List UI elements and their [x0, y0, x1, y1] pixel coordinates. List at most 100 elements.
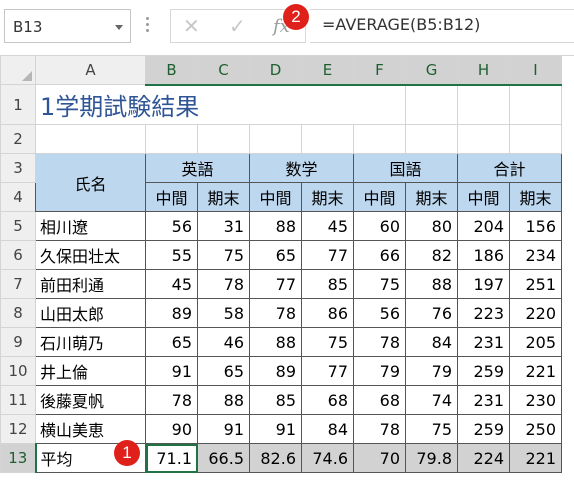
average-cell[interactable]: 74.6 [301, 443, 354, 473]
formula-input[interactable]: =AVERAGE(B5:B12) [310, 9, 574, 43]
subject-header[interactable]: 英語 [145, 153, 250, 183]
score-cell[interactable]: 75 [197, 240, 250, 270]
score-cell[interactable]: 230 [509, 385, 562, 415]
score-cell[interactable]: 56 [353, 298, 406, 328]
score-cell[interactable]: 156 [509, 211, 562, 241]
score-cell[interactable]: 31 [197, 211, 250, 241]
score-cell[interactable]: 234 [509, 240, 562, 270]
score-cell[interactable]: 231 [457, 385, 510, 415]
column-header-i[interactable]: I [509, 55, 562, 86]
term-header[interactable]: 期末 [301, 182, 354, 212]
score-cell[interactable]: 89 [145, 298, 198, 328]
score-cell[interactable]: 91 [249, 414, 302, 444]
column-header-b[interactable]: B [145, 55, 198, 86]
score-cell[interactable]: 78 [197, 269, 250, 299]
score-cell[interactable]: 65 [197, 356, 250, 386]
column-header-e[interactable]: E [301, 55, 354, 86]
column-header-a[interactable]: A [35, 55, 146, 85]
score-cell[interactable]: 221 [509, 356, 562, 386]
row-header[interactable]: 2 [0, 124, 36, 154]
cell[interactable] [197, 124, 250, 154]
row-header[interactable]: 7 [0, 269, 36, 299]
score-cell[interactable]: 65 [145, 327, 198, 357]
enter-icon[interactable]: ✓ [229, 14, 246, 38]
average-cell[interactable]: 79.8 [405, 443, 458, 473]
row-header[interactable]: 12 [0, 414, 36, 444]
average-cell[interactable]: 221 [509, 443, 562, 473]
score-cell[interactable]: 88 [249, 327, 302, 357]
student-name[interactable]: 井上倫 [35, 356, 146, 386]
cell[interactable] [249, 124, 302, 154]
score-cell[interactable]: 56 [145, 211, 198, 241]
score-cell[interactable]: 91 [145, 356, 198, 386]
score-cell[interactable]: 88 [197, 385, 250, 415]
row-header[interactable]: 13 [0, 443, 37, 473]
student-name[interactable]: 相川遼 [35, 211, 146, 241]
cell[interactable] [405, 84, 458, 125]
column-header-c[interactable]: C [197, 55, 250, 86]
column-header-f[interactable]: F [353, 55, 406, 86]
score-cell[interactable]: 76 [405, 298, 458, 328]
average-cell-active[interactable]: 71.1 [145, 443, 198, 473]
cell[interactable] [301, 124, 354, 154]
score-cell[interactable]: 82 [405, 240, 458, 270]
subject-header[interactable]: 合計 [457, 153, 562, 183]
score-cell[interactable]: 75 [405, 414, 458, 444]
cancel-icon[interactable]: ✕ [183, 14, 200, 38]
score-cell[interactable]: 204 [457, 211, 510, 241]
score-cell[interactable]: 68 [301, 385, 354, 415]
cell[interactable] [509, 84, 562, 125]
cell[interactable] [145, 124, 198, 154]
score-cell[interactable]: 46 [197, 327, 250, 357]
score-cell[interactable]: 78 [353, 327, 406, 357]
score-cell[interactable]: 84 [301, 414, 354, 444]
cell[interactable] [353, 84, 406, 125]
score-cell[interactable]: 259 [457, 356, 510, 386]
score-cell[interactable]: 86 [301, 298, 354, 328]
term-header[interactable]: 中間 [145, 182, 198, 212]
score-cell[interactable]: 88 [249, 211, 302, 241]
sheet-title[interactable]: 1学期試験結果 [35, 84, 354, 125]
student-name[interactable]: 横山美恵 [35, 414, 146, 444]
term-header[interactable]: 期末 [197, 182, 250, 212]
score-cell[interactable]: 197 [457, 269, 510, 299]
score-cell[interactable]: 74 [405, 385, 458, 415]
score-cell[interactable]: 58 [197, 298, 250, 328]
score-cell[interactable]: 220 [509, 298, 562, 328]
student-name[interactable]: 久保田壮太 [35, 240, 146, 270]
average-cell[interactable]: 224 [457, 443, 510, 473]
score-cell[interactable]: 85 [301, 269, 354, 299]
score-cell[interactable]: 55 [145, 240, 198, 270]
score-cell[interactable]: 259 [457, 414, 510, 444]
score-cell[interactable]: 231 [457, 327, 510, 357]
student-name[interactable]: 前田利通 [35, 269, 146, 299]
term-header[interactable]: 中間 [457, 182, 510, 212]
term-header[interactable]: 中間 [249, 182, 302, 212]
subject-header[interactable]: 国語 [353, 153, 458, 183]
score-cell[interactable]: 90 [145, 414, 198, 444]
score-cell[interactable]: 75 [301, 327, 354, 357]
score-cell[interactable]: 80 [405, 211, 458, 241]
subject-header[interactable]: 数学 [249, 153, 354, 183]
score-cell[interactable]: 75 [353, 269, 406, 299]
cell[interactable] [457, 84, 510, 125]
row-header[interactable]: 5 [0, 211, 36, 241]
score-cell[interactable]: 205 [509, 327, 562, 357]
score-cell[interactable]: 45 [145, 269, 198, 299]
average-cell[interactable]: 66.5 [197, 443, 250, 473]
average-cell[interactable]: 82.6 [249, 443, 302, 473]
score-cell[interactable]: 45 [301, 211, 354, 241]
average-cell[interactable]: 70 [353, 443, 406, 473]
student-name[interactable]: 山田太郎 [35, 298, 146, 328]
score-cell[interactable]: 65 [249, 240, 302, 270]
score-cell[interactable]: 186 [457, 240, 510, 270]
score-cell[interactable]: 60 [353, 211, 406, 241]
chevron-down-icon[interactable] [115, 25, 123, 30]
score-cell[interactable]: 77 [301, 356, 354, 386]
term-header[interactable]: 期末 [509, 182, 562, 212]
student-name[interactable]: 後藤夏帆 [35, 385, 146, 415]
score-cell[interactable]: 79 [405, 356, 458, 386]
score-cell[interactable]: 78 [249, 298, 302, 328]
score-cell[interactable]: 89 [249, 356, 302, 386]
score-cell[interactable]: 250 [509, 414, 562, 444]
